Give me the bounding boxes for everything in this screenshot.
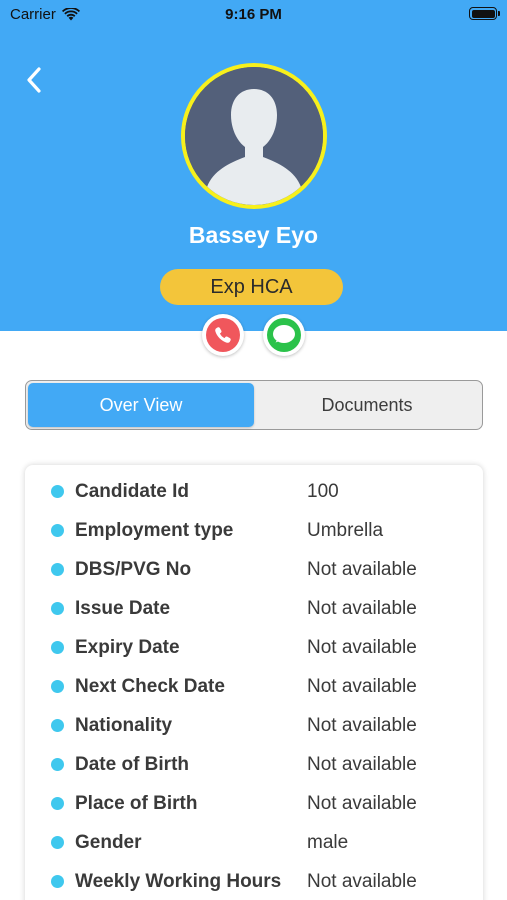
- bullet-dot-icon: [51, 524, 64, 537]
- detail-row-gender: Gender male: [25, 823, 483, 862]
- detail-row-issue-date: Issue Date Not available: [25, 589, 483, 628]
- view-switcher: Over View Documents: [25, 380, 483, 430]
- person-silhouette-icon: [185, 67, 323, 205]
- detail-value: male: [307, 831, 349, 853]
- role-label: Exp HCA: [210, 275, 293, 298]
- phone-icon: [206, 318, 240, 352]
- detail-row-dbs-pvg-no: DBS/PVG No Not available: [25, 550, 483, 589]
- detail-label: Employment type: [75, 519, 234, 541]
- bullet-dot-icon: [51, 641, 64, 654]
- status-bar: Carrier 9:16 PM: [0, 0, 507, 30]
- avatar: [181, 63, 327, 209]
- detail-value: Not available: [307, 675, 417, 697]
- detail-label: Nationality: [75, 714, 173, 736]
- detail-value: 100: [307, 480, 339, 502]
- detail-label: Issue Date: [75, 597, 171, 619]
- profile-header: Carrier 9:16 PM Bassey Eyo Exp HCA: [0, 0, 507, 331]
- call-button[interactable]: [202, 314, 244, 356]
- detail-value: Not available: [307, 558, 417, 580]
- bullet-dot-icon: [51, 797, 64, 810]
- detail-row-candidate-id: Candidate Id 100: [25, 472, 483, 511]
- detail-label: Gender: [75, 831, 142, 853]
- detail-row-weekly-working-hours: Weekly Working Hours Not available: [25, 862, 483, 900]
- detail-label: Place of Birth: [75, 792, 198, 814]
- detail-row-date-of-birth: Date of Birth Not available: [25, 745, 483, 784]
- detail-value: Not available: [307, 753, 417, 775]
- tab-overview[interactable]: Over View: [28, 383, 254, 427]
- bullet-dot-icon: [51, 836, 64, 849]
- back-button[interactable]: [18, 64, 50, 96]
- bullet-dot-icon: [51, 758, 64, 771]
- details-card: Candidate Id 100 Employment type Umbrell…: [25, 465, 483, 900]
- chevron-left-icon: [27, 67, 41, 93]
- bullet-dot-icon: [51, 602, 64, 615]
- detail-value: Not available: [307, 597, 417, 619]
- detail-label: Expiry Date: [75, 636, 180, 658]
- detail-label: Next Check Date: [75, 675, 225, 697]
- bullet-dot-icon: [51, 563, 64, 576]
- detail-row-employment-type: Employment type Umbrella: [25, 511, 483, 550]
- role-badge: Exp HCA: [160, 269, 343, 305]
- detail-value: Not available: [307, 792, 417, 814]
- detail-label: Date of Birth: [75, 753, 189, 775]
- chat-bubble-icon: [267, 318, 301, 352]
- bullet-dot-icon: [51, 680, 64, 693]
- tab-documents[interactable]: Documents: [254, 383, 480, 427]
- detail-label: Candidate Id: [75, 480, 190, 502]
- status-time: 9:16 PM: [225, 6, 282, 23]
- battery-icon: [469, 7, 500, 20]
- detail-row-place-of-birth: Place of Birth Not available: [25, 784, 483, 823]
- bullet-dot-icon: [51, 485, 64, 498]
- profile-name: Bassey Eyo: [188, 222, 319, 248]
- detail-row-next-check-date: Next Check Date Not available: [25, 667, 483, 706]
- detail-label: DBS/PVG No: [75, 558, 192, 580]
- detail-value: Umbrella: [307, 519, 384, 541]
- detail-label: Weekly Working Hours: [75, 870, 282, 892]
- detail-row-expiry-date: Expiry Date Not available: [25, 628, 483, 667]
- bullet-dot-icon: [51, 875, 64, 888]
- detail-value: Not available: [307, 714, 417, 736]
- detail-row-nationality: Nationality Not available: [25, 706, 483, 745]
- detail-value: Not available: [307, 636, 417, 658]
- bullet-dot-icon: [51, 719, 64, 732]
- detail-value: Not available: [307, 870, 417, 892]
- chat-button[interactable]: [263, 314, 305, 356]
